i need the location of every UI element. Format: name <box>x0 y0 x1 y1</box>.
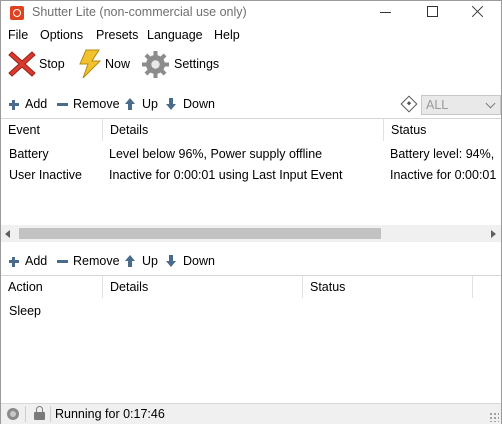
events-list[interactable]: Event Details Status Battery Level below… <box>1 118 501 227</box>
actions-col-status[interactable]: Status <box>303 276 473 298</box>
action-remove-label: Remove <box>73 254 120 268</box>
down-arrow-icon <box>166 98 178 110</box>
event-remove-button[interactable]: Remove <box>56 96 120 112</box>
minimize-button[interactable] <box>363 1 409 25</box>
settings-label: Settings <box>174 57 220 71</box>
action-add-button[interactable]: Add <box>8 253 50 269</box>
filter-icon <box>400 95 418 113</box>
event-filter-select[interactable]: ALL <box>421 95 501 115</box>
event-add-label: Add <box>25 97 48 111</box>
status-text: Running for 0:17:46 <box>55 407 165 421</box>
down-arrow-icon <box>166 255 178 267</box>
event-row[interactable]: Battery Level below 96%, Power supply of… <box>1 145 501 165</box>
status-bar: Running for 0:17:46 <box>1 403 501 424</box>
stop-x-icon <box>8 51 36 77</box>
menu-options[interactable]: Options <box>40 28 83 42</box>
plus-icon <box>8 255 20 267</box>
menu-help[interactable]: Help <box>214 28 240 42</box>
lock-icon[interactable] <box>34 406 45 420</box>
chevron-down-icon <box>485 98 496 109</box>
action-name: Sleep <box>9 304 41 318</box>
now-button[interactable]: Now <box>75 47 135 83</box>
event-name: Battery <box>9 147 49 161</box>
gear-icon <box>142 51 169 78</box>
events-horizontal-scrollbar[interactable] <box>1 225 501 242</box>
stop-button[interactable]: Stop <box>5 47 69 83</box>
events-header: Event Details Status <box>1 119 501 141</box>
menu-language[interactable]: Language <box>147 28 203 42</box>
action-up-label: Up <box>142 254 158 268</box>
maximize-button[interactable] <box>409 1 455 25</box>
resize-grip[interactable] <box>489 412 499 422</box>
scroll-right-icon[interactable] <box>491 230 496 238</box>
event-status: Battery level: 94%, <box>390 147 495 161</box>
event-details: Level below 96%, Power supply offline <box>109 147 323 161</box>
action-add-label: Add <box>25 254 48 268</box>
scrollbar-thumb[interactable] <box>19 228 381 239</box>
event-remove-label: Remove <box>73 97 120 111</box>
event-filter-value: ALL <box>426 98 449 112</box>
action-down-button[interactable]: Down <box>166 253 218 269</box>
maximize-icon <box>427 6 438 17</box>
events-col-event[interactable]: Event <box>1 119 103 141</box>
window-title: Shutter Lite (non-commercial use only) <box>32 5 247 19</box>
event-status: Inactive for 0:00:01 <box>390 168 497 182</box>
action-down-label: Down <box>183 254 215 268</box>
actions-header: Action Details Status <box>1 276 501 298</box>
up-arrow-icon <box>125 255 137 267</box>
menu-file[interactable]: File <box>8 28 28 42</box>
now-label: Now <box>105 57 131 71</box>
actions-col-details[interactable]: Details <box>103 276 303 298</box>
event-up-label: Up <box>142 97 158 111</box>
minus-icon <box>56 255 68 267</box>
event-add-button[interactable]: Add <box>8 96 50 112</box>
actions-toolbar: Add Remove Up Down <box>1 250 501 272</box>
event-row[interactable]: User Inactive Inactive for 0:00:01 using… <box>1 166 501 186</box>
events-col-status[interactable]: Status <box>384 119 501 141</box>
action-up-button[interactable]: Up <box>125 253 159 269</box>
events-col-details[interactable]: Details <box>103 119 384 141</box>
minimize-icon <box>380 12 391 13</box>
status-divider <box>25 406 26 422</box>
event-up-button[interactable]: Up <box>125 96 159 112</box>
toolbar: Stop Now Settings <box>1 47 501 83</box>
app-icon <box>10 6 24 20</box>
settings-button[interactable]: Settings <box>140 47 220 83</box>
plus-icon <box>8 98 20 110</box>
stop-label: Stop <box>39 57 65 71</box>
action-row[interactable]: Sleep <box>1 302 501 322</box>
up-arrow-icon <box>125 98 137 110</box>
event-down-button[interactable]: Down <box>166 96 218 112</box>
close-icon <box>472 5 484 17</box>
status-divider <box>50 406 51 422</box>
event-name: User Inactive <box>9 168 82 182</box>
app-window: Shutter Lite (non-commercial use only) F… <box>0 0 502 424</box>
menu-presets[interactable]: Presets <box>96 28 138 42</box>
actions-col-action[interactable]: Action <box>1 276 103 298</box>
title-bar: Shutter Lite (non-commercial use only) <box>1 1 501 25</box>
minus-icon <box>56 98 68 110</box>
action-remove-button[interactable]: Remove <box>56 253 120 269</box>
event-down-label: Down <box>183 97 215 111</box>
event-details: Inactive for 0:00:01 using Last Input Ev… <box>109 168 343 182</box>
close-button[interactable] <box>455 1 501 25</box>
events-toolbar: Add Remove Up Down ALL <box>1 93 501 115</box>
actions-list[interactable]: Action Details Status Sleep <box>1 275 501 403</box>
globe-icon <box>7 408 19 420</box>
menu-bar: File Options Presets Language Help <box>1 27 501 45</box>
scroll-left-icon[interactable] <box>5 230 10 238</box>
lightning-icon <box>79 49 102 79</box>
